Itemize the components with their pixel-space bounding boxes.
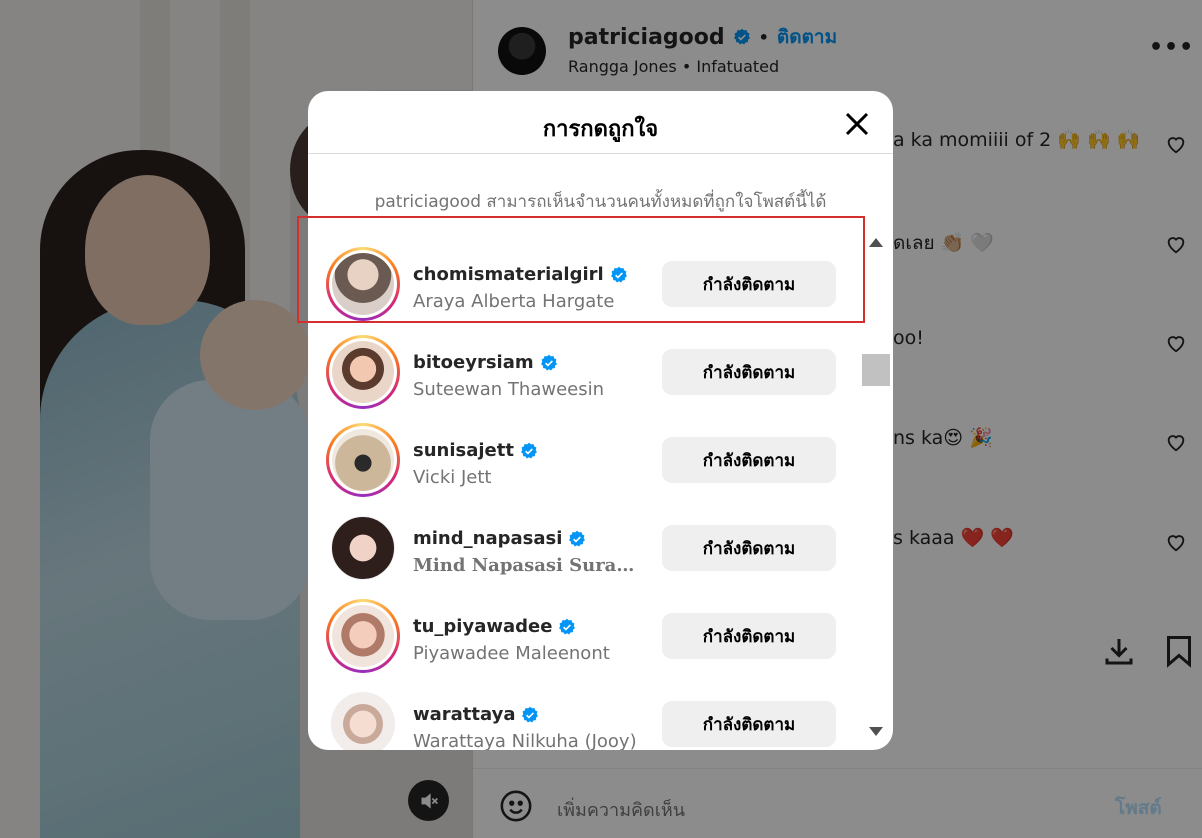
list-item[interactable]: warattaya Warattaya Nilkuha (Jooy) กำลัง… <box>308 680 860 750</box>
liker-full-name: Warattaya Nilkuha (Jooy) <box>413 731 637 750</box>
avatar <box>332 605 394 667</box>
username-text[interactable]: tu_piyawadee <box>413 616 552 637</box>
following-button[interactable]: กำลังติดตาม <box>662 613 836 659</box>
liker-username: chomismaterialgirl <box>413 264 628 285</box>
liker-full-name: Araya Alberta Hargate <box>413 291 615 312</box>
dialog-divider <box>308 153 893 154</box>
username-text[interactable]: warattaya <box>413 704 515 725</box>
username-text[interactable]: mind_napasasi <box>413 528 562 549</box>
list-item[interactable]: bitoeyrsiam Suteewan Thaweesin กำลังติดต… <box>308 328 860 416</box>
list-item[interactable]: tu_piyawadee Piyawadee Maleenont กำลังติ… <box>308 592 860 680</box>
following-button[interactable]: กำลังติดตาม <box>662 525 836 571</box>
scroll-down-arrow-icon[interactable] <box>869 727 883 736</box>
story-ring[interactable] <box>326 247 400 321</box>
liker-full-name: Suteewan Thaweesin <box>413 379 605 400</box>
liker-username: tu_piyawadee <box>413 616 576 637</box>
scrollbar-thumb[interactable] <box>862 354 890 386</box>
avatar <box>332 341 394 403</box>
liker-full-name: Vicki Jett <box>413 467 492 488</box>
following-button[interactable]: กำลังติดตาม <box>662 701 836 747</box>
story-ring[interactable] <box>326 423 400 497</box>
verified-badge-icon <box>569 530 586 546</box>
liker-full-name: Mind Napasasi Suraw… <box>413 555 638 576</box>
verified-badge-icon <box>540 354 557 370</box>
list-item[interactable]: mind_napasasi Mind Napasasi Suraw… กำลัง… <box>308 504 860 592</box>
verified-badge-icon <box>610 266 627 282</box>
liker-username: bitoeyrsiam <box>413 352 558 373</box>
username-text[interactable]: bitoeyrsiam <box>413 352 534 373</box>
likes-dialog: การกดถูกใจ patriciagood สามารถเห็นจำนวนค… <box>308 91 893 750</box>
list-item[interactable]: sunisajett Vicki Jett กำลังติดตาม <box>308 416 860 504</box>
liker-username: mind_napasasi <box>413 528 586 549</box>
username-text[interactable]: sunisajett <box>413 440 514 461</box>
liker-username: sunisajett <box>413 440 538 461</box>
following-button[interactable]: กำลังติดตาม <box>662 437 836 483</box>
verified-badge-icon <box>522 706 539 722</box>
avatar[interactable] <box>331 516 395 580</box>
dialog-title: การกดถูกใจ <box>542 117 659 142</box>
likers-list-scrollbar[interactable] <box>860 230 892 750</box>
following-button[interactable]: กำลังติดตาม <box>662 261 836 307</box>
story-ring[interactable] <box>326 599 400 673</box>
scroll-up-arrow-icon[interactable] <box>869 238 883 247</box>
list-item[interactable]: chomismaterialgirl Araya Alberta Hargate… <box>308 240 860 328</box>
likes-visibility-note: patriciagood สามารถเห็นจำนวนคนทั้งหมดที่… <box>374 192 827 212</box>
avatar <box>332 429 394 491</box>
verified-badge-icon <box>559 618 576 634</box>
verified-badge-icon <box>521 442 537 458</box>
username-text[interactable]: chomismaterialgirl <box>413 264 604 285</box>
liker-full-name: Piyawadee Maleenont <box>413 643 610 664</box>
following-button[interactable]: กำลังติดตาม <box>662 349 836 395</box>
avatar <box>332 253 394 315</box>
story-ring[interactable] <box>326 335 400 409</box>
liker-username: warattaya <box>413 704 539 725</box>
likers-list: chomismaterialgirl Araya Alberta Hargate… <box>308 218 860 750</box>
close-icon[interactable] <box>842 109 872 139</box>
avatar[interactable] <box>331 692 395 750</box>
